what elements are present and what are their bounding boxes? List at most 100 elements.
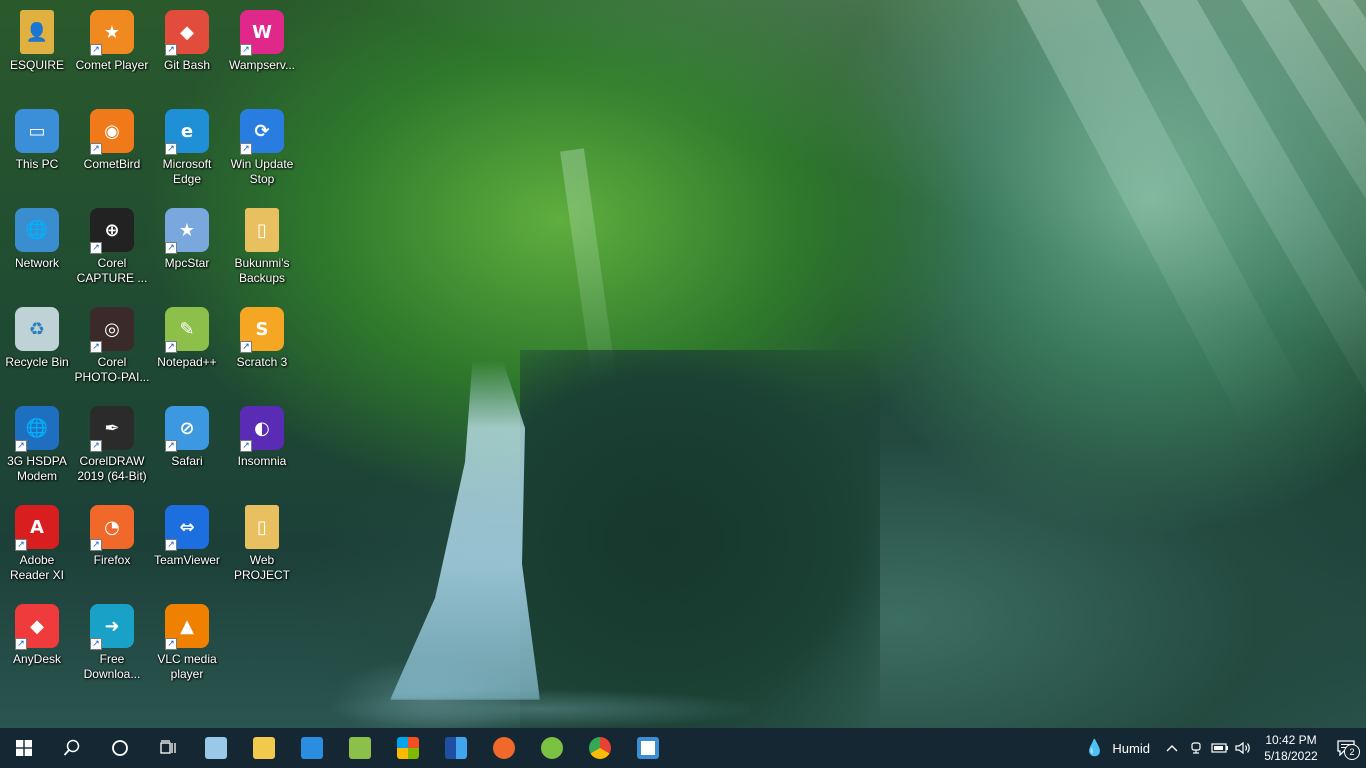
desktop-icon-notepad-plus-plus[interactable]: ✎ ↗ Notepad++ — [149, 301, 225, 397]
taskbar-unknown-app[interactable] — [624, 728, 672, 768]
icon-image: ▭ — [13, 107, 61, 155]
desktop-icon-label: Network — [14, 256, 59, 270]
task-view-button[interactable] — [144, 728, 192, 768]
desktop-icon-free-download-manager[interactable]: ➜ ↗ Free Downloa... — [74, 598, 150, 694]
humidity-icon: 💧 — [1084, 740, 1105, 757]
desktop-icon-web-project-folder[interactable]: ▯ Web PROJECT — [224, 499, 300, 595]
firefox-icon — [493, 737, 515, 759]
action-center-button[interactable]: 2 — [1326, 728, 1366, 768]
desktop-icon-edge[interactable]: e ↗ Microsoft Edge — [149, 103, 225, 199]
desktop-icon-win-update-stop[interactable]: ⟳ ↗ Win Update Stop — [224, 103, 300, 199]
desktop-icon-anydesk[interactable]: ◆ ↗ AnyDesk — [0, 598, 75, 694]
icon-image: ✎ ↗ — [163, 305, 211, 353]
meet-now-icon[interactable] — [1184, 728, 1208, 768]
volume-icon[interactable] — [1232, 728, 1256, 768]
icon-image: ★ ↗ — [163, 206, 211, 254]
this-pc-icon: ▭ — [15, 109, 59, 153]
shortcut-arrow-icon: ↗ — [15, 539, 27, 551]
search-button[interactable] — [48, 728, 96, 768]
taskbar-coreldraw[interactable] — [528, 728, 576, 768]
icon-image: ◆ ↗ — [13, 602, 61, 650]
icon-image: ▯ — [238, 503, 286, 551]
taskbar-chrome[interactable] — [576, 728, 624, 768]
taskbar-firefox[interactable] — [480, 728, 528, 768]
desktop-icon-corel-photo-paint[interactable]: ◎ ↗ Corel PHOTO-PAI... — [74, 301, 150, 397]
shortcut-arrow-icon: ↗ — [90, 440, 102, 452]
desktop-icon-modem-globe[interactable]: 🌐 ↗ 3G HSDPA Modem — [0, 400, 75, 496]
icon-image: W ↗ — [238, 8, 286, 56]
desktop-icon-label: Notepad++ — [157, 355, 217, 369]
desktop-icon-insomnia[interactable]: ◐ ↗ Insomnia — [224, 400, 300, 496]
desktop-icon-label: This PC — [15, 157, 59, 171]
folder-icon — [253, 737, 275, 759]
shortcut-arrow-icon: ↗ — [165, 539, 177, 551]
desktop-icon-vlc[interactable]: ▲ ↗ VLC media player — [149, 598, 225, 694]
clock[interactable]: 10:42 PM 5/18/2022 — [1256, 732, 1326, 764]
shortcut-arrow-icon: ↗ — [165, 440, 177, 452]
taskbar-word[interactable] — [432, 728, 480, 768]
icon-image: S ↗ — [238, 305, 286, 353]
notepad-plus-plus-icon — [349, 737, 371, 759]
taskbar-microsoft-store[interactable] — [384, 728, 432, 768]
icon-image: ⟳ ↗ — [238, 107, 286, 155]
desktop-icon-recycle-bin[interactable]: ♻ Recycle Bin — [0, 301, 75, 397]
desktop-icon-scratch[interactable]: S ↗ Scratch 3 — [224, 301, 300, 397]
start-button[interactable] — [0, 728, 48, 768]
desktop-icon-safari[interactable]: ⊘ ↗ Safari — [149, 400, 225, 496]
taskbar-file-explorer[interactable] — [240, 728, 288, 768]
desktop-icon-coreldraw[interactable]: ✒ ↗ CorelDRAW 2019 (64-Bit) — [74, 400, 150, 496]
icon-image: ★ ↗ — [88, 8, 136, 56]
desktop-icon-git-bash[interactable]: ◆ ↗ Git Bash — [149, 4, 225, 100]
desktop-icon-label: Comet Player — [75, 58, 149, 72]
icon-image: ▯ — [238, 206, 286, 254]
shortcut-arrow-icon: ↗ — [165, 242, 177, 254]
taskbar-notepad-plus-plus[interactable] — [336, 728, 384, 768]
taskbar-pinned-apps — [0, 728, 672, 768]
icon-image: ◔ ↗ — [88, 503, 136, 551]
word-icon — [445, 737, 467, 759]
desktop-icon-comet-player[interactable]: ★ ↗ Comet Player — [74, 4, 150, 100]
desktop-icon-label: Safari — [171, 454, 203, 468]
notification-count-badge: 2 — [1344, 744, 1360, 760]
desktop-icon-label: AnyDesk — [12, 652, 62, 666]
icon-image: A ↗ — [13, 503, 61, 551]
desktop-icon-wampserver[interactable]: W ↗ Wampserv... — [224, 4, 300, 100]
shortcut-arrow-icon: ↗ — [240, 440, 252, 452]
desktop-icon-label: MpcStar — [164, 256, 210, 270]
desktop-icon-label: Free Downloa... — [83, 652, 141, 681]
desktop-icon-corel-capture[interactable]: ⊕ ↗ Corel CAPTURE ... — [74, 202, 150, 298]
battery-icon[interactable] — [1208, 728, 1232, 768]
icon-image: ⊕ ↗ — [88, 206, 136, 254]
desktop-icon-teamviewer[interactable]: ⇔ ↗ TeamViewer — [149, 499, 225, 595]
web-project-folder-icon: ▯ — [245, 505, 279, 549]
desktop-icon-network[interactable]: 🌐 Network — [0, 202, 75, 298]
shortcut-arrow-icon: ↗ — [240, 143, 252, 155]
taskbar-app-unknown[interactable] — [192, 728, 240, 768]
desktop-icon-label: CorelDRAW 2019 (64-Bit) — [77, 454, 147, 483]
desktop-icon-label: Win Update Stop — [230, 157, 294, 186]
desktop-icon-mpcstar[interactable]: ★ ↗ MpcStar — [149, 202, 225, 298]
desktop-icon-user-folder[interactable]: 👤 ESQUIRE — [0, 4, 75, 100]
desktop-icon-label: ESQUIRE — [9, 58, 64, 72]
desktop-icon-adobe-reader[interactable]: A ↗ Adobe Reader XI — [0, 499, 75, 595]
system-tray: 💧 Humid 10:42 PM 5/18/2022 2 — [1075, 728, 1366, 768]
desktop-icon-firefox[interactable]: ◔ ↗ Firefox — [74, 499, 150, 595]
desktop-icon-label: VLC media player — [157, 652, 217, 681]
icon-image: ✒ ↗ — [88, 404, 136, 452]
weather-widget[interactable]: 💧 Humid — [1075, 728, 1161, 768]
desktop-icon-this-pc[interactable]: ▭ This PC — [0, 103, 75, 199]
chevron-up-icon[interactable] — [1160, 728, 1184, 768]
cortana-ring-icon — [111, 739, 129, 757]
desktop-icon-label: Insomnia — [237, 454, 287, 468]
shortcut-arrow-icon: ↗ — [240, 44, 252, 56]
desktop-icon-label: Wampserv... — [228, 58, 295, 72]
icon-image: ◐ ↗ — [238, 404, 286, 452]
desktop-icon-backup-folder[interactable]: ▯ Bukunmi's Backups — [224, 202, 300, 298]
desktop-icon-label: Scratch 3 — [236, 355, 288, 369]
taskbar-mail[interactable] — [288, 728, 336, 768]
taskbar: 💧 Humid 10:42 PM 5/18/2022 2 — [0, 728, 1366, 768]
desktop-icon-cometbird[interactable]: ◉ ↗ CometBird — [74, 103, 150, 199]
icon-image: ⇔ ↗ — [163, 503, 211, 551]
cortana-button[interactable] — [96, 728, 144, 768]
recycle-bin-icon: ♻ — [15, 307, 59, 351]
